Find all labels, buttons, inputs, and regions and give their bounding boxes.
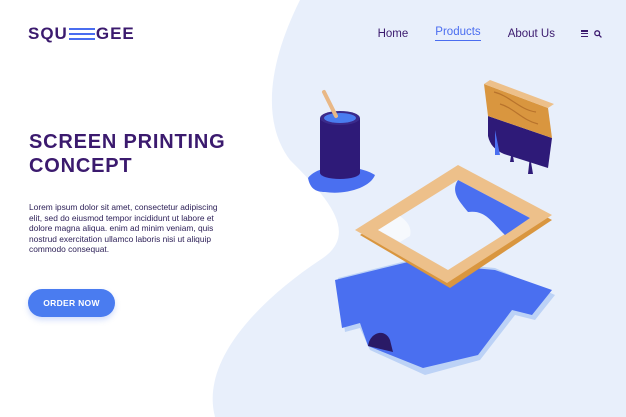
nav-products[interactable]: Products <box>435 26 481 41</box>
paint-can-illustration <box>308 90 375 193</box>
logo[interactable]: SQU GEE <box>28 24 135 44</box>
nav-about-us[interactable]: About Us <box>508 28 555 40</box>
logo-text-right: GEE <box>95 24 135 43</box>
logo-squeegee-mark <box>68 27 95 41</box>
main-nav: Home Products About Us <box>351 26 602 41</box>
nav-home[interactable]: Home <box>378 28 409 40</box>
nav-icons <box>581 29 602 38</box>
page-title: SCREEN PRINTING CONCEPT <box>29 131 226 177</box>
order-now-button[interactable]: ORDER NOW <box>28 289 115 317</box>
search-icon[interactable] <box>594 29 602 38</box>
menu-icon[interactable] <box>581 30 588 37</box>
logo-text-left: SQU <box>28 24 68 43</box>
screen-printing-illustration <box>308 80 555 375</box>
hero-description: Lorem ipsum dolor sit amet, consectetur … <box>29 202 218 255</box>
squeegee-illustration <box>484 80 554 174</box>
